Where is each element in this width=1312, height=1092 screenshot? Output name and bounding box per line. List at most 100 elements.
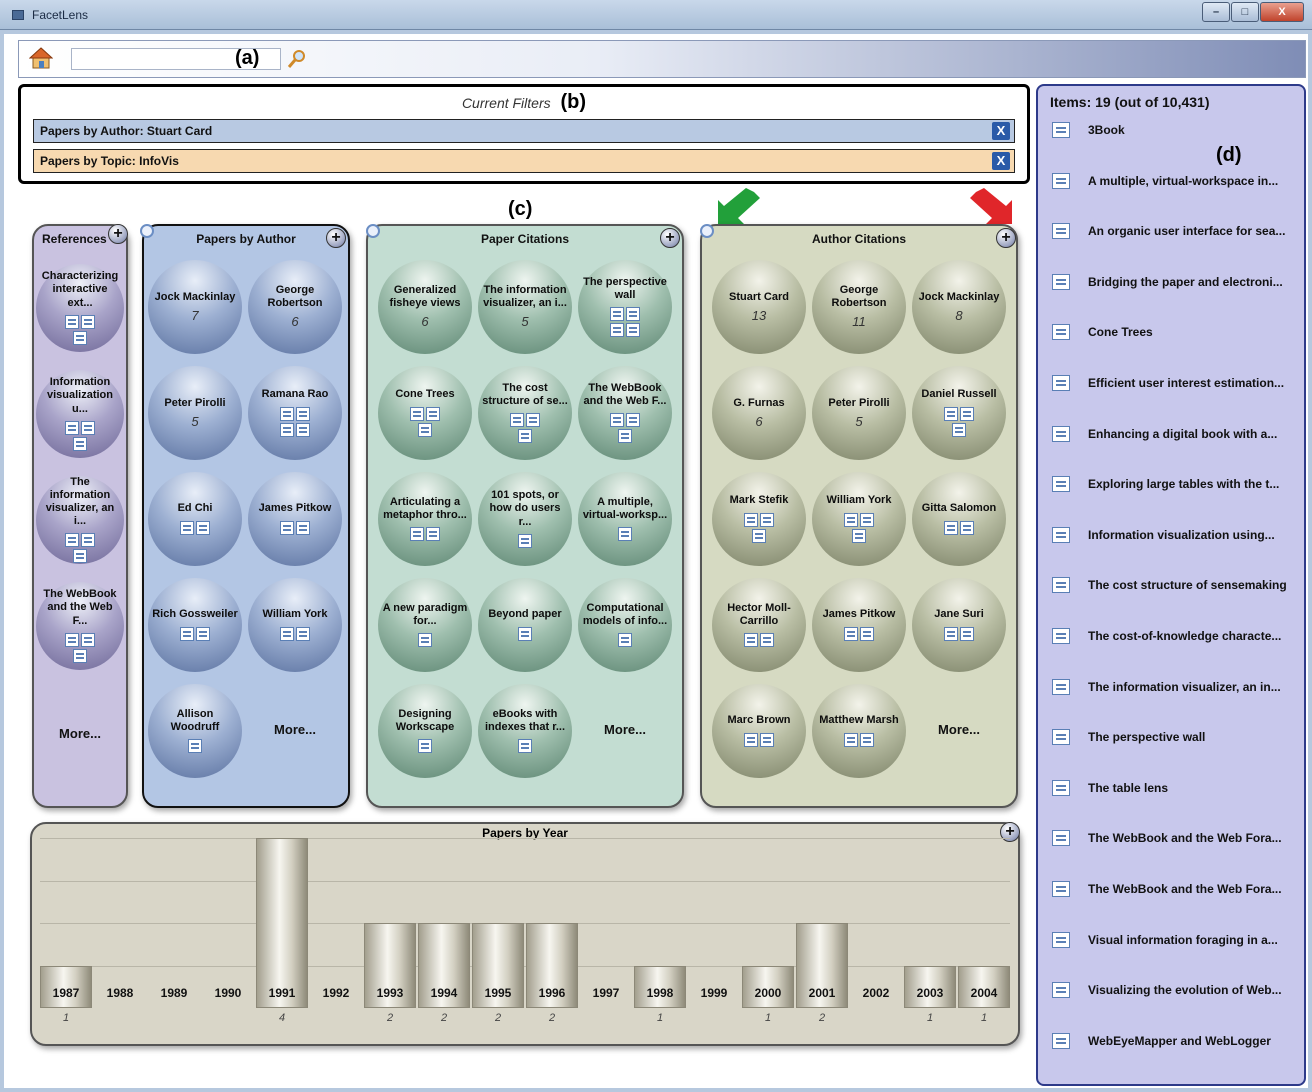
result-item[interactable]: The perspective wall — [1052, 729, 1205, 746]
facet-bubble[interactable]: Computational models of info... — [578, 578, 672, 672]
year-bar[interactable] — [256, 838, 308, 1008]
result-item[interactable]: WebEyeMapper and WebLogger — [1052, 1032, 1271, 1049]
facet-bubble[interactable]: Stuart Card 13 — [712, 260, 806, 354]
more-link[interactable]: More... — [36, 726, 124, 741]
facet-bubble[interactable]: eBooks with indexes that r... — [478, 684, 572, 778]
document-icon[interactable] — [188, 739, 202, 754]
document-icon[interactable] — [744, 512, 758, 527]
result-item[interactable]: Efficient user interest estimation... — [1052, 375, 1284, 391]
facet-bubble[interactable]: The WebBook and the Web F... — [578, 366, 672, 460]
document-icon[interactable] — [296, 406, 310, 421]
facet-bubble[interactable]: Gitta Salomon — [912, 472, 1006, 566]
document-icon[interactable] — [960, 626, 974, 641]
document-icon[interactable] — [81, 314, 95, 329]
document-icon[interactable] — [744, 732, 758, 747]
result-item[interactable]: The WebBook and the Web Fora... — [1052, 881, 1282, 897]
facet-bubble[interactable]: Generalized fisheye views 6 — [378, 260, 472, 354]
document-icon[interactable] — [952, 422, 966, 437]
facet-bubble[interactable]: The WebBook and the Web F... — [36, 582, 124, 670]
facet-bubble[interactable]: Rich Gossweiler — [148, 578, 242, 672]
document-icon[interactable] — [81, 632, 95, 647]
result-item[interactable]: The WebBook and the Web Fora... — [1052, 830, 1282, 847]
document-icon[interactable] — [280, 406, 294, 421]
more-link[interactable]: More... — [248, 722, 342, 737]
document-icon[interactable] — [610, 323, 624, 338]
document-icon[interactable] — [65, 420, 79, 435]
expand-plus-icon[interactable]: + — [660, 228, 680, 248]
facet-bubble[interactable]: 101 spots, or how do users r... — [478, 472, 572, 566]
document-icon[interactable] — [944, 406, 958, 421]
document-icon[interactable] — [618, 429, 632, 444]
facet-bubble[interactable]: A new paradigm for... — [378, 578, 472, 672]
facet-bubble[interactable]: Hector Moll-Carrillo — [712, 578, 806, 672]
facet-bubble[interactable]: The cost structure of se... — [478, 366, 572, 460]
document-icon[interactable] — [944, 626, 958, 641]
facet-bubble[interactable]: Matthew Marsh — [812, 684, 906, 778]
document-icon[interactable] — [852, 528, 866, 543]
facet-bubble[interactable]: Information visualization u... — [36, 370, 124, 458]
document-icon[interactable] — [81, 420, 95, 435]
result-item[interactable]: The cost structure of sensemaking — [1052, 577, 1287, 594]
maximize-button[interactable]: □ — [1231, 2, 1259, 22]
document-icon[interactable] — [518, 626, 532, 641]
facet-bubble[interactable]: A multiple, virtual-worksp... — [578, 472, 672, 566]
facet-bubble[interactable]: Articulating a metaphor thro... — [378, 472, 472, 566]
document-icon[interactable] — [426, 406, 440, 421]
document-icon[interactable] — [410, 406, 424, 421]
result-item[interactable]: Information visualization using... — [1052, 526, 1275, 543]
close-window-button[interactable]: X — [1260, 2, 1304, 22]
result-item[interactable]: Exploring large tables with the t... — [1052, 476, 1279, 493]
document-icon[interactable] — [418, 633, 432, 648]
document-icon[interactable] — [760, 512, 774, 527]
expand-plus-icon[interactable]: + — [108, 224, 128, 244]
document-icon[interactable] — [418, 739, 432, 754]
document-icon[interactable] — [518, 533, 532, 548]
document-icon[interactable] — [760, 633, 774, 648]
facet-bubble[interactable]: James Pitkow — [248, 472, 342, 566]
document-icon[interactable] — [626, 413, 640, 428]
document-icon[interactable] — [426, 527, 440, 542]
facet-bubble[interactable]: William York — [812, 472, 906, 566]
facet-bubble[interactable]: Ramana Rao — [248, 366, 342, 460]
document-icon[interactable] — [296, 626, 310, 641]
document-icon[interactable] — [860, 512, 874, 527]
result-item[interactable]: Visual information foraging in a... — [1052, 931, 1278, 948]
result-item[interactable]: Visualizing the evolution of Web... — [1052, 982, 1282, 999]
result-item[interactable]: Cone Trees — [1052, 324, 1153, 341]
result-item[interactable]: An organic user interface for sea... — [1052, 223, 1285, 240]
facet-bubble[interactable]: Daniel Russell — [912, 366, 1006, 460]
document-icon[interactable] — [626, 307, 640, 322]
document-icon[interactable] — [518, 429, 532, 444]
document-icon[interactable] — [860, 626, 874, 641]
document-icon[interactable] — [944, 520, 958, 535]
facet-bubble[interactable]: James Pitkow — [812, 578, 906, 672]
home-icon[interactable] — [29, 47, 53, 69]
document-icon[interactable] — [280, 520, 294, 535]
document-icon[interactable] — [610, 413, 624, 428]
document-icon[interactable] — [180, 520, 194, 535]
document-icon[interactable] — [844, 732, 858, 747]
facet-bubble[interactable]: William York — [248, 578, 342, 672]
document-icon[interactable] — [73, 330, 87, 345]
result-item[interactable]: The cost-of-knowledge characte... — [1052, 628, 1281, 644]
facet-bubble[interactable]: Jock Mackinlay 8 — [912, 260, 1006, 354]
result-item[interactable]: Bridging the paper and electroni... — [1052, 273, 1283, 290]
document-icon[interactable] — [65, 314, 79, 329]
facet-bubble[interactable]: The information visualizer, an i... — [36, 476, 124, 564]
facet-bubble[interactable]: Ed Chi — [148, 472, 242, 566]
document-icon[interactable] — [618, 633, 632, 648]
document-icon[interactable] — [196, 520, 210, 535]
document-icon[interactable] — [510, 413, 524, 428]
facet-bubble[interactable]: Peter Pirolli 5 — [148, 366, 242, 460]
document-icon[interactable] — [526, 413, 540, 428]
facet-bubble[interactable]: Peter Pirolli 5 — [812, 366, 906, 460]
more-link[interactable]: More... — [912, 722, 1006, 737]
facet-bubble[interactable]: Marc Brown — [712, 684, 806, 778]
document-icon[interactable] — [73, 436, 87, 451]
filter-chip-topic[interactable]: Papers by Topic: InfoVis X — [33, 149, 1015, 173]
document-icon[interactable] — [626, 323, 640, 338]
facet-bubble[interactable]: Cone Trees — [378, 366, 472, 460]
facet-bubble[interactable]: Mark Stefik — [712, 472, 806, 566]
expand-plus-icon[interactable]: + — [996, 228, 1016, 248]
facet-bubble[interactable]: Jane Suri — [912, 578, 1006, 672]
